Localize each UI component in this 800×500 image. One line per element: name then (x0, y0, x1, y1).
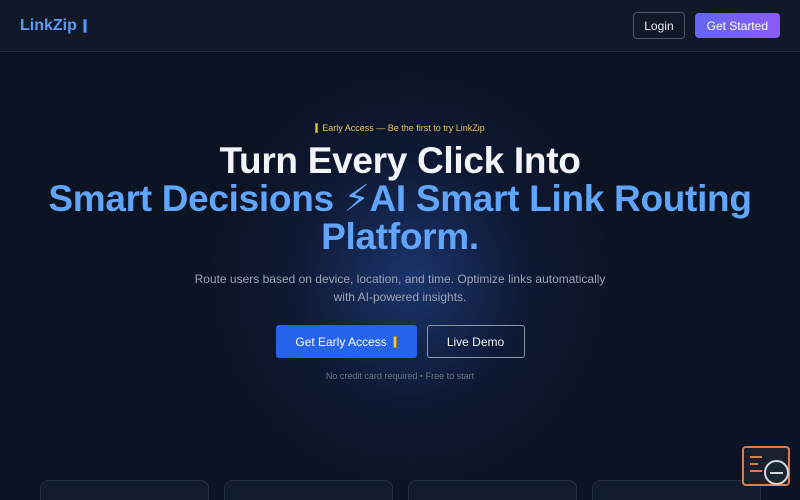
cta-group: Get Early Access Live Demo (0, 325, 800, 358)
feature-card (224, 480, 393, 500)
hero-section: Early Access — Be the first to try LinkZ… (0, 52, 800, 381)
help-widget-icon[interactable] (742, 446, 790, 486)
signup-note: No credit card required • Free to start (325, 371, 475, 381)
feature-cards (40, 480, 761, 500)
widget-search-icon (764, 460, 789, 485)
feature-card (408, 480, 577, 500)
live-demo-button[interactable]: Live Demo (426, 325, 525, 358)
hero-subtitle: Route users based on device, location, a… (194, 272, 606, 304)
hero-headline: Turn Every Click Into Smart Decisions ⚡A… (0, 142, 800, 256)
login-button[interactable]: Login (633, 12, 685, 39)
logo-glyph-icon (82, 18, 87, 33)
get-started-button[interactable]: Get Started (694, 13, 780, 38)
badge-glyph-icon (315, 123, 319, 133)
widget-lines-icon (750, 456, 762, 477)
badge-text: Early Access — Be the first to try LinkZ… (322, 123, 485, 133)
feature-card (592, 480, 761, 500)
early-access-badge: Early Access — Be the first to try LinkZ… (0, 123, 800, 133)
get-early-access-button[interactable]: Get Early Access (275, 325, 417, 358)
nav-actions: Login Get Started (633, 12, 780, 39)
headline-line-2: Smart Decisions ⚡AI Smart Link Routing (48, 178, 752, 219)
headline-line-3: Platform. (321, 216, 479, 257)
feature-card (40, 480, 209, 500)
logo-text: LinkZip (20, 16, 77, 34)
logo[interactable]: LinkZip (20, 17, 87, 35)
get-early-access-label: Get Early Access (295, 334, 387, 349)
cta-glyph-icon (392, 335, 397, 348)
navbar: LinkZip Login Get Started (0, 0, 800, 52)
headline-line-1: Turn Every Click Into (219, 140, 581, 181)
